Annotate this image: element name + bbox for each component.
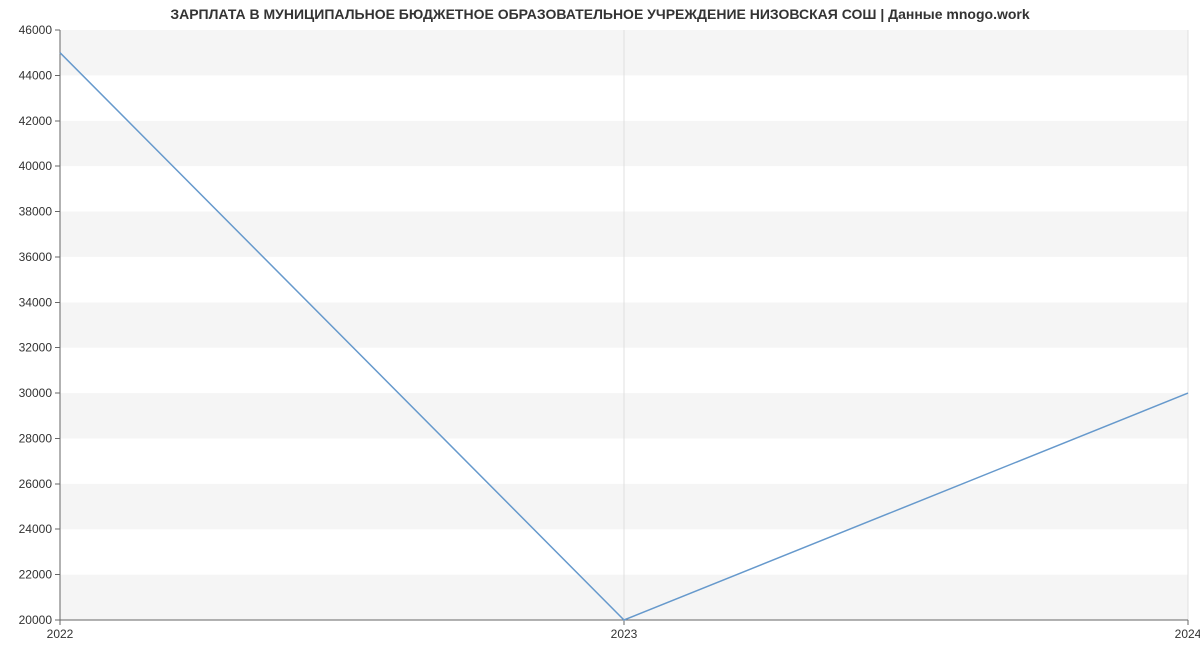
y-tick-label: 38000 bbox=[19, 205, 53, 219]
y-tick-label: 46000 bbox=[19, 23, 53, 37]
x-tick-label: 2023 bbox=[611, 627, 638, 641]
y-tick-label: 26000 bbox=[19, 477, 53, 491]
y-tick-label: 40000 bbox=[19, 159, 53, 173]
y-tick-label: 22000 bbox=[19, 568, 53, 582]
chart-container: ЗАРПЛАТА В МУНИЦИПАЛЬНОЕ БЮДЖЕТНОЕ ОБРАЗ… bbox=[0, 0, 1200, 650]
y-tick-label: 36000 bbox=[19, 250, 53, 264]
y-tick-label: 24000 bbox=[19, 522, 53, 536]
line-chart: 20000 22000 24000 26000 28000 30000 32000 34000… bbox=[0, 0, 1200, 650]
y-tick-label: 30000 bbox=[19, 386, 53, 400]
x-tick-label: 2024 bbox=[1175, 627, 1200, 641]
y-tick-label: 28000 bbox=[19, 431, 53, 445]
chart-title: ЗАРПЛАТА В МУНИЦИПАЛЬНОЕ БЮДЖЕТНОЕ ОБРАЗ… bbox=[0, 6, 1200, 22]
y-tick-label: 34000 bbox=[19, 295, 53, 309]
y-tick-label: 44000 bbox=[19, 68, 53, 82]
y-tick-label: 32000 bbox=[19, 341, 53, 355]
x-tick-label: 2022 bbox=[47, 627, 74, 641]
y-tick-label: 42000 bbox=[19, 114, 53, 128]
y-tick-label: 20000 bbox=[19, 613, 53, 627]
